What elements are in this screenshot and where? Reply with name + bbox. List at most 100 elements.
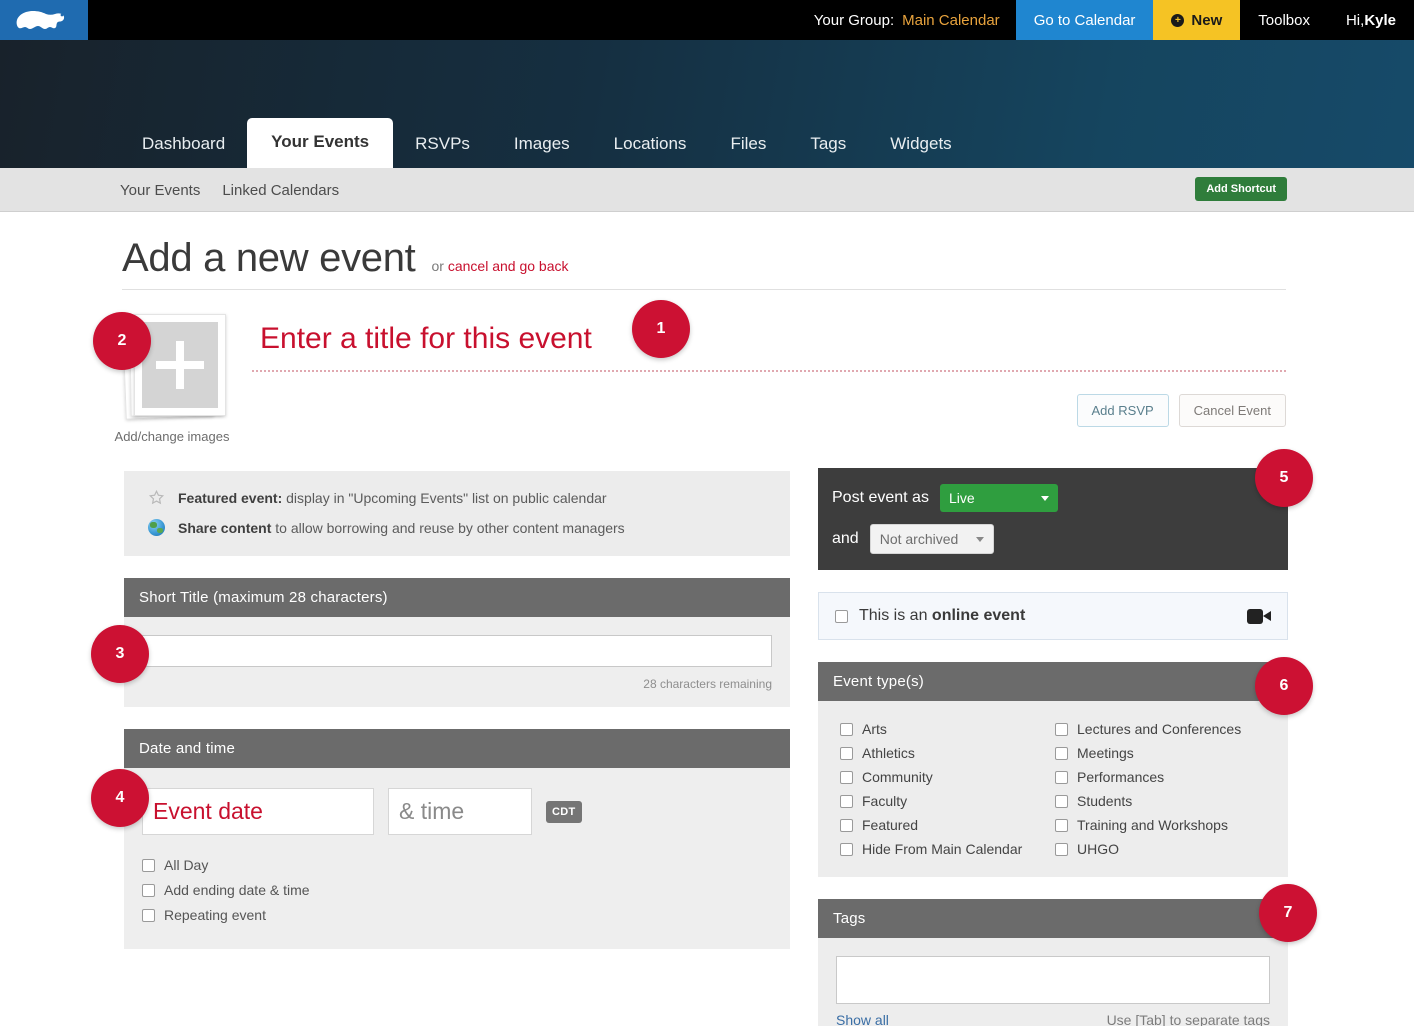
tags-panel: Tags Show all Use [Tab] to separate tags — [818, 899, 1288, 1026]
faculty-label: Faculty — [862, 793, 908, 809]
user-greeting[interactable]: Hi, Kyle — [1327, 0, 1414, 40]
faculty-checkbox[interactable] — [840, 794, 853, 808]
arts-label: Arts — [862, 721, 887, 737]
featured-label: Featured — [862, 817, 919, 833]
featured-checkbox[interactable] — [840, 818, 853, 832]
step-badge-4: 4 — [91, 769, 149, 827]
performances-checkbox[interactable] — [1055, 770, 1068, 784]
post-status-dropdown[interactable]: Live — [939, 484, 1058, 512]
online-text-bold: online event — [931, 607, 1026, 624]
step-badge-5: 5 — [1255, 449, 1313, 507]
repeating-event-label: Repeating event — [164, 907, 266, 923]
cancel-event-button[interactable]: Cancel Event — [1178, 394, 1286, 427]
event-type-featured[interactable]: Featured — [840, 817, 1055, 833]
featured-share-panel: Featured event: display in "Upcoming Eve… — [124, 471, 790, 556]
tags-input[interactable] — [836, 956, 1270, 1004]
add-shortcut-button[interactable]: Add Shortcut — [1195, 177, 1287, 201]
event-type-faculty[interactable]: Faculty — [840, 793, 1055, 809]
checkbox-row-repeating[interactable]: Repeating event — [142, 907, 772, 923]
event-type-meetings[interactable]: Meetings — [1055, 745, 1270, 761]
archive-status-dropdown[interactable]: Not archived — [869, 524, 995, 554]
toolbox-button[interactable]: Toolbox — [1240, 0, 1328, 40]
event-types-left-column: Arts Athletics Community Faculty Feature… — [840, 721, 1055, 857]
checkbox-row-all-day[interactable]: All Day — [142, 857, 772, 873]
online-text-before: This is an — [859, 607, 932, 624]
step-badge-7: 7 — [1259, 884, 1317, 942]
featured-event-row[interactable]: Featured event: display in "Upcoming Eve… — [148, 489, 770, 506]
star-icon — [148, 489, 165, 505]
athletics-checkbox[interactable] — [840, 746, 853, 760]
add-rsvp-button[interactable]: Add RSVP — [1076, 394, 1169, 427]
all-day-checkbox[interactable] — [142, 858, 155, 872]
share-content-row[interactable]: Share content to allow borrowing and reu… — [148, 519, 770, 536]
featured-event-rest: display in "Upcoming Events" list on pub… — [282, 489, 607, 506]
nav-tab-files[interactable]: Files — [708, 122, 788, 168]
event-type-uhgo[interactable]: UHGO — [1055, 841, 1270, 857]
event-types-body: Arts Athletics Community Faculty Feature… — [818, 701, 1288, 877]
step-badge-6: 6 — [1255, 657, 1313, 715]
online-event-box[interactable]: This is an online event — [818, 592, 1288, 640]
your-group-indicator: Your Group: Main Calendar — [798, 0, 1016, 40]
event-title-wrap — [252, 318, 1286, 372]
online-event-label: This is an online event — [859, 607, 1025, 625]
post-status-value: Live — [948, 490, 975, 506]
nav-tab-widgets[interactable]: Widgets — [868, 122, 973, 168]
nav-tab-locations[interactable]: Locations — [592, 122, 709, 168]
event-title-input[interactable] — [252, 318, 1286, 372]
cancel-and-go-back: or cancel and go back — [432, 258, 569, 274]
video-camera-icon — [1247, 608, 1271, 624]
header-band: Dashboard Your Events RSVPs Images Locat… — [0, 40, 1414, 168]
arts-checkbox[interactable] — [840, 722, 853, 736]
date-time-row: CDT — [142, 788, 772, 835]
show-all-tags-link[interactable]: Show all — [836, 1012, 889, 1026]
add-ending-date-time-checkbox[interactable] — [142, 883, 155, 897]
uhgo-checkbox[interactable] — [1055, 842, 1068, 856]
nav-tab-dashboard[interactable]: Dashboard — [120, 122, 247, 168]
event-types-heading: Event type(s) — [818, 662, 1288, 701]
event-type-athletics[interactable]: Athletics — [840, 745, 1055, 761]
event-type-performances[interactable]: Performances — [1055, 769, 1270, 785]
event-date-input[interactable] — [142, 788, 374, 835]
title-divider — [122, 289, 1286, 290]
checkbox-row-add-ending[interactable]: Add ending date & time — [142, 882, 772, 898]
event-time-input[interactable] — [388, 788, 532, 835]
lectures-and-conferences-checkbox[interactable] — [1055, 722, 1068, 736]
event-type-arts[interactable]: Arts — [840, 721, 1055, 737]
date-time-heading: Date and time — [124, 729, 790, 768]
event-type-hide-from-main-calendar[interactable]: Hide From Main Calendar — [840, 841, 1055, 857]
nav-tab-your-events[interactable]: Your Events — [247, 118, 394, 168]
user-name: Kyle — [1364, 11, 1396, 29]
students-checkbox[interactable] — [1055, 794, 1068, 808]
meetings-checkbox[interactable] — [1055, 746, 1068, 760]
nav-tab-images[interactable]: Images — [492, 122, 592, 168]
event-type-training-and-workshops[interactable]: Training and Workshops — [1055, 817, 1270, 833]
plus-icon: + — [1171, 13, 1185, 27]
plus-icon — [142, 322, 218, 408]
short-title-panel: Short Title (maximum 28 characters) 28 c… — [124, 578, 790, 707]
share-content-text: Share content to allow borrowing and reu… — [178, 520, 625, 536]
event-action-buttons: Add RSVP Cancel Event — [1076, 394, 1286, 427]
bison-logo[interactable] — [0, 0, 88, 40]
share-content-rest: to allow borrowing and reuse by other co… — [271, 519, 625, 536]
event-type-community[interactable]: Community — [840, 769, 1055, 785]
online-event-checkbox[interactable] — [835, 609, 848, 623]
event-type-students[interactable]: Students — [1055, 793, 1270, 809]
nav-tab-tags[interactable]: Tags — [788, 122, 868, 168]
and-label: and — [832, 530, 859, 547]
your-group-value[interactable]: Main Calendar — [902, 12, 1000, 29]
event-types-columns: Arts Athletics Community Faculty Feature… — [840, 721, 1270, 857]
subnav-item-your-events[interactable]: Your Events — [120, 182, 200, 199]
new-button[interactable]: + New — [1153, 0, 1241, 40]
short-title-input[interactable] — [142, 635, 772, 667]
cancel-go-back-link[interactable]: cancel and go back — [448, 258, 569, 274]
step-badge-2: 2 — [93, 312, 151, 370]
subnav-item-linked-calendars[interactable]: Linked Calendars — [222, 182, 339, 199]
hide-from-main-calendar-checkbox[interactable] — [840, 842, 853, 856]
community-checkbox[interactable] — [840, 770, 853, 784]
training-and-workshops-checkbox[interactable] — [1055, 818, 1068, 832]
nav-tab-rsvps[interactable]: RSVPs — [393, 122, 492, 168]
event-type-lectures-and-conferences[interactable]: Lectures and Conferences — [1055, 721, 1270, 737]
repeating-event-checkbox[interactable] — [142, 908, 155, 922]
go-to-calendar-button[interactable]: Go to Calendar — [1015, 0, 1154, 40]
